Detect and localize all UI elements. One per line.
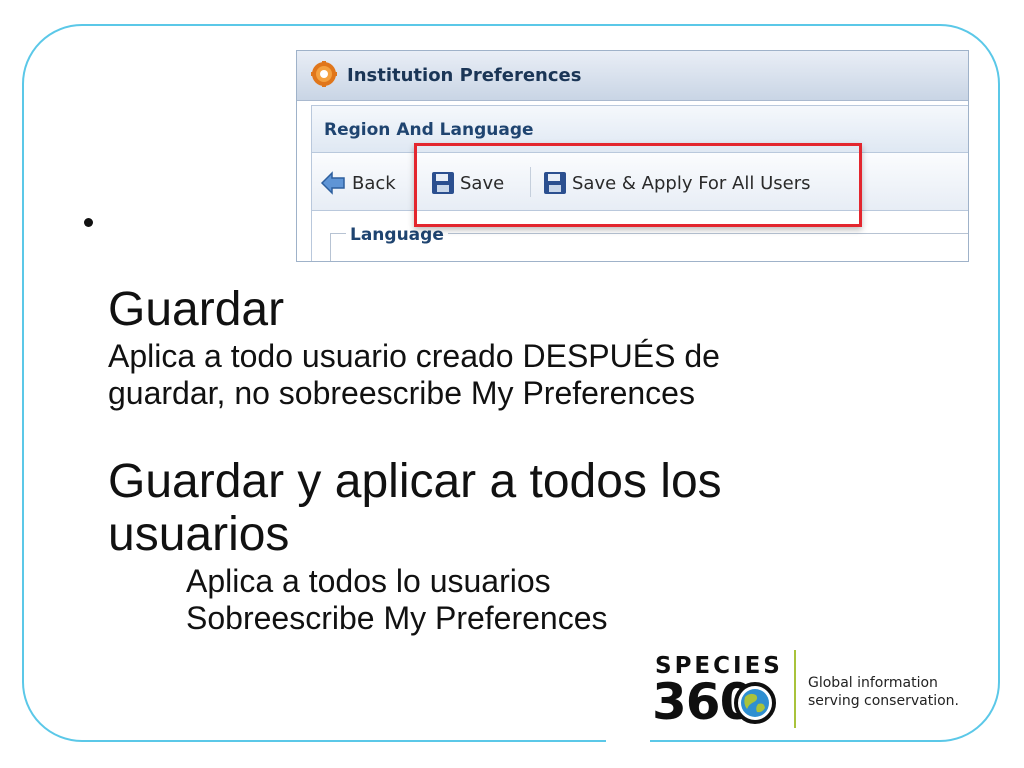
- heading-guardar: Guardar: [108, 283, 285, 336]
- heading-guardar-aplicar-line2: usuarios: [108, 508, 290, 561]
- desc-guardar-line2: guardar, no sobreescribe My Preferences: [108, 375, 695, 411]
- gear-icon: [311, 61, 337, 87]
- logo-divider: [794, 650, 796, 728]
- desc-aplicar-line2: Sobreescribe My Preferences: [186, 600, 608, 636]
- tagline-line1: Global information: [808, 675, 938, 691]
- section-title: Region And Language: [324, 120, 534, 140]
- tagline-line2: serving conservation.: [808, 693, 959, 709]
- back-label: Back: [352, 172, 396, 194]
- highlight-box: [414, 143, 862, 227]
- window-titlebar: Institution Preferences: [297, 51, 968, 101]
- globe-icon: [734, 682, 776, 724]
- frame-gap: [606, 732, 650, 752]
- logo-tagline: Global information serving conservation.: [808, 674, 959, 710]
- heading-guardar-aplicar-line1: Guardar y aplicar a todos los: [108, 455, 722, 508]
- back-button[interactable]: Back: [320, 169, 396, 197]
- desc-guardar-line1: Aplica a todo usuario creado DESPUÉS de: [108, 338, 720, 374]
- desc-aplicar-line1: Aplica a todos lo usuarios: [186, 563, 551, 599]
- bullet: [84, 218, 93, 227]
- window-title: Institution Preferences: [347, 65, 582, 86]
- back-arrow-icon: [320, 171, 345, 195]
- language-legend: Language: [346, 225, 448, 245]
